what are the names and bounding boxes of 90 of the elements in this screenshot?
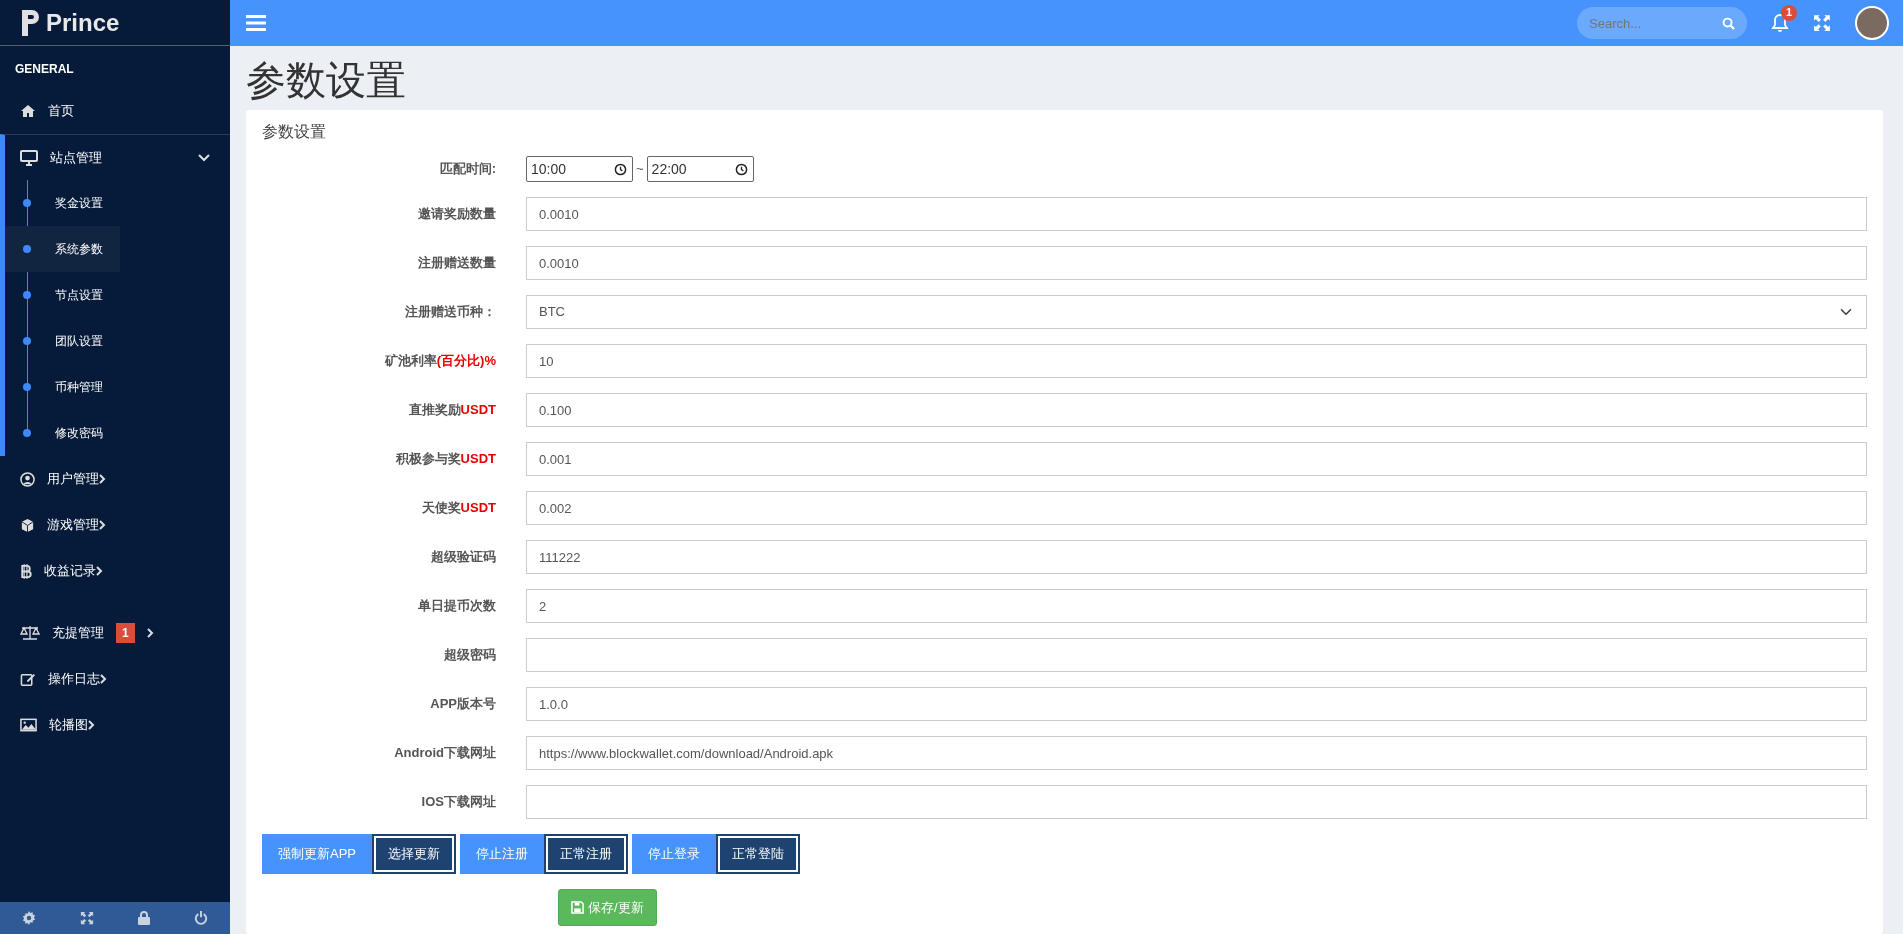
settings-icon[interactable] (22, 911, 36, 925)
input-field[interactable]: 0.0010 (526, 246, 1867, 280)
chevron-right-icon (99, 520, 106, 530)
scale-icon (20, 625, 40, 641)
input-field[interactable]: 111222 (526, 540, 1867, 574)
time-field[interactable]: 10:00 (526, 156, 633, 182)
toggle-button[interactable]: 选择更新 (372, 834, 456, 874)
user-circle-icon (20, 471, 35, 487)
chevron-right-icon (146, 628, 154, 638)
fullscreen-icon[interactable] (1813, 14, 1831, 32)
input-field[interactable]: https://www.blockwallet.com/download/Android.apk (526, 736, 1867, 770)
menu-label: 游戏管理 (47, 516, 99, 535)
field-label: 矿池利率(百分比)% (383, 352, 497, 371)
fullscreen-icon[interactable] (80, 911, 94, 925)
input-field[interactable]: 1.0.0 (526, 687, 1867, 721)
menu-icon[interactable] (246, 14, 266, 32)
search-field[interactable]: Search... (1577, 7, 1747, 39)
page-title: 参数设置 (245, 57, 407, 104)
field-label: 注册赠送币种： (404, 303, 497, 322)
field-label: IOS下载网址 (420, 793, 497, 812)
submenu-item[interactable]: 奖金设置 (5, 180, 120, 226)
cube-icon (20, 517, 35, 533)
image-icon (20, 718, 37, 732)
sidebar-item[interactable]: 充提管理 1 (0, 610, 230, 656)
currency-select[interactable]: BTC (526, 295, 1867, 329)
menu-label: 轮播图 (49, 716, 88, 735)
sidebar-item[interactable]: 首页 (0, 88, 230, 134)
edit-icon (20, 671, 36, 687)
card-title: 参数设置 (262, 122, 327, 142)
sidebar-item[interactable]: 收益记录 (0, 548, 230, 594)
field-label: 天使奖USDT (420, 499, 497, 518)
monitor-icon (20, 149, 38, 166)
search-icon[interactable] (1722, 16, 1735, 30)
submenu-item[interactable]: 系统参数 (5, 226, 120, 272)
menu-label: 站点管理 (50, 148, 102, 167)
input-field[interactable]: 0.100 (526, 393, 1867, 427)
menu-label: 收益记录 (44, 562, 96, 581)
bullet-dot (23, 245, 31, 253)
chevron-right-icon (96, 566, 103, 576)
bitcoin-icon (20, 563, 32, 579)
chevron-right-icon (100, 674, 107, 684)
sidebar-item[interactable]: 用户管理 (0, 456, 230, 502)
brand-name: Prince (46, 7, 120, 38)
range-separator: ~ (636, 160, 644, 179)
count-badge: 1 (116, 623, 135, 643)
avatar[interactable] (1855, 6, 1889, 40)
chevron-right-icon (88, 720, 95, 730)
submenu-item[interactable]: 币种管理 (5, 364, 120, 410)
field-label: 直推奖励USDT (407, 401, 497, 420)
field-label: Android下载网址 (393, 744, 497, 763)
notification-count: 1 (1781, 4, 1797, 21)
lock-icon[interactable] (138, 911, 150, 925)
input-field[interactable]: 2 (526, 589, 1867, 623)
sidebar-item[interactable]: 站点管理 (0, 134, 230, 180)
input-field[interactable]: 0.001 (526, 442, 1867, 476)
clock-icon[interactable] (734, 162, 748, 176)
toggle-button[interactable]: 正常登陆 (716, 834, 800, 874)
field-label: 邀请奖励数量 (417, 205, 497, 224)
input-field[interactable]: 0.002 (526, 491, 1867, 525)
logo-icon (20, 7, 40, 38)
submenu-item[interactable]: 节点设置 (5, 272, 120, 318)
input-field[interactable] (526, 638, 1867, 672)
submenu-item[interactable]: 修改密码 (5, 410, 120, 456)
menu-label: 首页 (48, 102, 74, 121)
sidebar-item[interactable]: 操作日志 (0, 656, 230, 702)
input-field[interactable] (526, 785, 1867, 819)
field-label: 注册赠送数量 (417, 254, 497, 273)
field-label: 积极参与奖USDT (394, 450, 497, 469)
section-heading: GENERAL (14, 61, 75, 78)
sidebar-item[interactable]: 轮播图 (0, 702, 230, 748)
field-label: 单日提币次数 (417, 597, 497, 616)
menu-label: 操作日志 (48, 670, 100, 689)
floppy-icon (571, 900, 584, 914)
field-label: 匹配时间: (438, 160, 497, 179)
menu-label: 充提管理 (52, 624, 104, 643)
input-field[interactable]: 0.0010 (526, 197, 1867, 231)
sidebar-item[interactable]: 游戏管理 (0, 502, 230, 548)
input-field[interactable]: 10 (526, 344, 1867, 378)
chevron-right-icon (99, 474, 106, 484)
home-icon (20, 104, 36, 118)
chevron-down-icon (198, 153, 210, 162)
toggle-button[interactable]: 正常注册 (544, 834, 628, 874)
time-field[interactable]: 22:00 (646, 156, 754, 182)
power-icon[interactable] (194, 911, 208, 925)
field-label: APP版本号 (429, 695, 497, 714)
field-label: 超级验证码 (430, 548, 497, 567)
menu-label: 用户管理 (47, 470, 99, 489)
submenu-item[interactable]: 团队设置 (5, 318, 120, 364)
field-label: 超级密码 (443, 646, 497, 665)
clock-icon[interactable] (614, 162, 627, 176)
